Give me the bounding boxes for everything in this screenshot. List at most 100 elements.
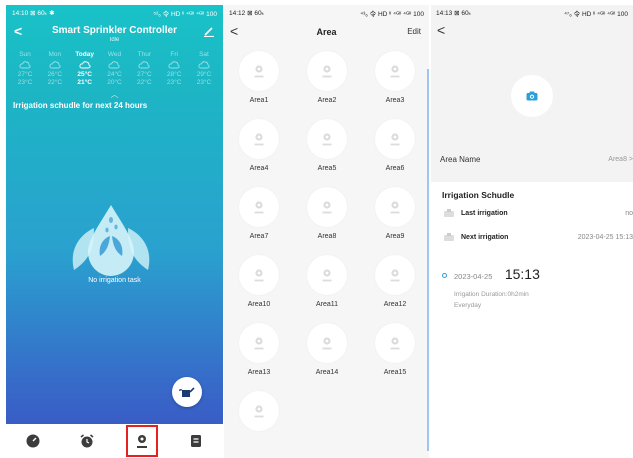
header: < Smart Sprinkler Controller Idle [6, 21, 223, 49]
area-tile[interactable]: Area1 [225, 51, 293, 119]
irrigation-schedule-title: Irrigation Schudle [442, 190, 515, 200]
area-tile[interactable]: Area4 [225, 119, 293, 187]
weather-low: 23°C [17, 79, 33, 86]
area-thumbnail [375, 255, 415, 295]
area-tile[interactable]: Area3 [361, 51, 429, 119]
nav-timer[interactable] [73, 427, 101, 455]
header: < [431, 21, 633, 43]
area-pin-icon [254, 133, 264, 146]
last-irrigation-row: Last irrigation no [431, 202, 633, 224]
area-tile[interactable] [225, 391, 293, 458]
status-icons: ⁴³₆ 令 HD ᴵᴵ ⁴ᴳᴵᴵ ⁴ᴳᴵᴵ 100 [360, 11, 424, 18]
area-thumbnail [239, 391, 279, 431]
edit-button[interactable]: Edit [407, 27, 421, 36]
back-icon[interactable]: < [230, 23, 238, 39]
next-irrigation-value: 2023-04-25 15:13 [577, 233, 633, 241]
edit-icon[interactable] [203, 25, 215, 37]
weather-day-name: Today [75, 51, 94, 58]
area-pin-icon [254, 337, 264, 350]
area-thumbnail [307, 187, 347, 227]
entry-time: 15:13 [504, 266, 540, 282]
weather-day: Wed 24°C 20°C [100, 51, 128, 87]
nav-area[interactable] [125, 425, 158, 457]
home-screen: 14:10 ⊠ 60ₖ ✱ ⁵²₆ 令 HD ᴵᴵ ⁴ᴳᴵᴵ ⁴ᴳᴵᴵ 100 … [6, 5, 223, 458]
area-list-screen: 14:12 ⊠ 60ₖ ⁴³₆ 令 HD ᴵᴵ ⁴ᴳᴵᴵ ⁴ᴳᴵᴵ 100 < … [224, 5, 429, 458]
area-tile[interactable]: Area6 [361, 119, 429, 187]
area-photo-button[interactable] [511, 74, 553, 117]
area-tile[interactable]: Area14 [293, 323, 361, 391]
sprinkler-icon [444, 233, 454, 241]
area-thumbnail [307, 323, 347, 363]
status-bar: 14:12 ⊠ 60ₖ ⁴³₆ 令 HD ᴵᴵ ⁴ᴳᴵᴵ ⁴ᴳᴵᴵ 100 [224, 5, 429, 21]
area-photo-section [431, 43, 633, 148]
screenshot-collage: 14:10 ⊠ 60ₖ ✱ ⁵²₆ 令 HD ᴵᴵ ⁴ᴳᴵᴵ ⁴ᴳᴵᴵ 100 … [0, 0, 633, 458]
page-title: Smart Sprinkler Controller [51, 25, 178, 36]
back-icon[interactable]: < [437, 22, 445, 38]
area-name-row[interactable]: Area Name Area8 > [431, 148, 633, 170]
area-detail-screen: 14:13 ⊠ 60ₖ ⁴⁷₆ 令 HD ᴵᴵ ⁴ᴳᴵᴵ ⁴ᴳᴵᴵ 100 < … [431, 5, 633, 458]
camera-icon [526, 91, 538, 100]
area-tile[interactable]: Area2 [293, 51, 361, 119]
entry-date: 2023-04-25 [454, 272, 493, 281]
area-thumbnail [375, 119, 415, 159]
status-bar: 14:13 ⊠ 60ₖ ⁴⁷₆ 令 HD ᴵᴵ ⁴ᴳᴵᴵ ⁴ᴳᴵᴵ 100 [431, 5, 633, 21]
area-tile[interactable]: Area15 [361, 323, 429, 391]
cloudy-icon [19, 61, 31, 69]
area-tile[interactable]: Area5 [293, 119, 361, 187]
scrollbar[interactable] [427, 69, 429, 451]
area-tile[interactable]: Area10 [225, 255, 293, 323]
area-thumbnail [239, 323, 279, 363]
next-irrigation-row: Next irrigation 2023-04-25 15:13 [431, 226, 633, 248]
status-bar: 14:10 ⊠ 60ₖ ✱ ⁵²₆ 令 HD ᴵᴵ ⁴ᴳᴵᴵ ⁴ᴳᴵᴵ 100 [6, 5, 223, 21]
area-tile[interactable]: Area12 [361, 255, 429, 323]
weather-high: 25°C [77, 71, 92, 78]
area-grid: Area1 Area2 Area3 Area4 Area5 Area6 Area7 Area8… [224, 51, 429, 458]
weather-day-name: Sun [19, 51, 31, 58]
area-label: Area11 [315, 301, 339, 308]
area-pin-icon [322, 133, 332, 146]
area-label: Area15 [383, 369, 407, 376]
divider [431, 170, 633, 182]
area-thumbnail [239, 255, 279, 295]
area-tile[interactable]: Area11 [293, 255, 361, 323]
timeline-dot-icon [442, 273, 447, 278]
status-icons: ⁴⁷₆ 令 HD ᴵᴵ ⁴ᴳᴵᴵ ⁴ᴳᴵᴵ 100 [564, 11, 628, 18]
weather-low: 21°C [77, 79, 92, 86]
area-label: Area5 [317, 165, 337, 172]
weather-high: 29°C [196, 71, 212, 78]
area-name-label: Area Name [440, 154, 481, 164]
weather-forecast: Sun 27°C 23°C Mon 26°C 22°C Today 25°C 21°C Wed 24… [6, 51, 223, 87]
next-irrigation-label: Next irrigation [461, 233, 509, 241]
sprinkle-water-button[interactable] [172, 377, 202, 407]
weather-day: Sun 27°C 23°C [11, 51, 39, 87]
area-label: Area14 [315, 369, 339, 376]
weather-low: 20°C [107, 79, 122, 86]
area-thumbnail [375, 187, 415, 227]
area-pin-icon [390, 65, 400, 78]
area-pin-icon [254, 201, 264, 214]
weather-high: 27°C [137, 71, 152, 78]
area-label: Area9 [385, 233, 405, 240]
area-label: Area4 [249, 165, 269, 172]
last-irrigation-value: no [625, 209, 633, 217]
weather-high: 27°C [17, 71, 33, 78]
area-pin-icon [390, 201, 400, 214]
last-irrigation-label: Last irrigation [461, 209, 508, 217]
chevron-up-icon[interactable]: ︿ [6, 91, 223, 99]
weather-day: Mon 26°C 22°C [41, 51, 69, 87]
area-tile[interactable]: Area7 [225, 187, 293, 255]
nav-records[interactable] [182, 427, 210, 455]
area-label: Area3 [385, 97, 405, 104]
area-label: Area2 [317, 97, 337, 104]
area-tile[interactable]: Area13 [225, 323, 293, 391]
nav-dashboard[interactable] [19, 427, 47, 455]
area-label: Area6 [385, 165, 405, 172]
area-label: Area7 [249, 233, 269, 240]
empty-state-text: No irrigation task [88, 277, 141, 284]
area-label: Area12 [383, 301, 407, 308]
area-tile[interactable]: Area9 [361, 187, 429, 255]
weather-low: 23°C [166, 79, 182, 86]
schedule-entry[interactable]: 2023-04-25 15:13 Irrigation Duration:0h2… [431, 266, 633, 311]
area-tile[interactable]: Area8 [293, 187, 361, 255]
area-pin-icon [254, 65, 264, 78]
